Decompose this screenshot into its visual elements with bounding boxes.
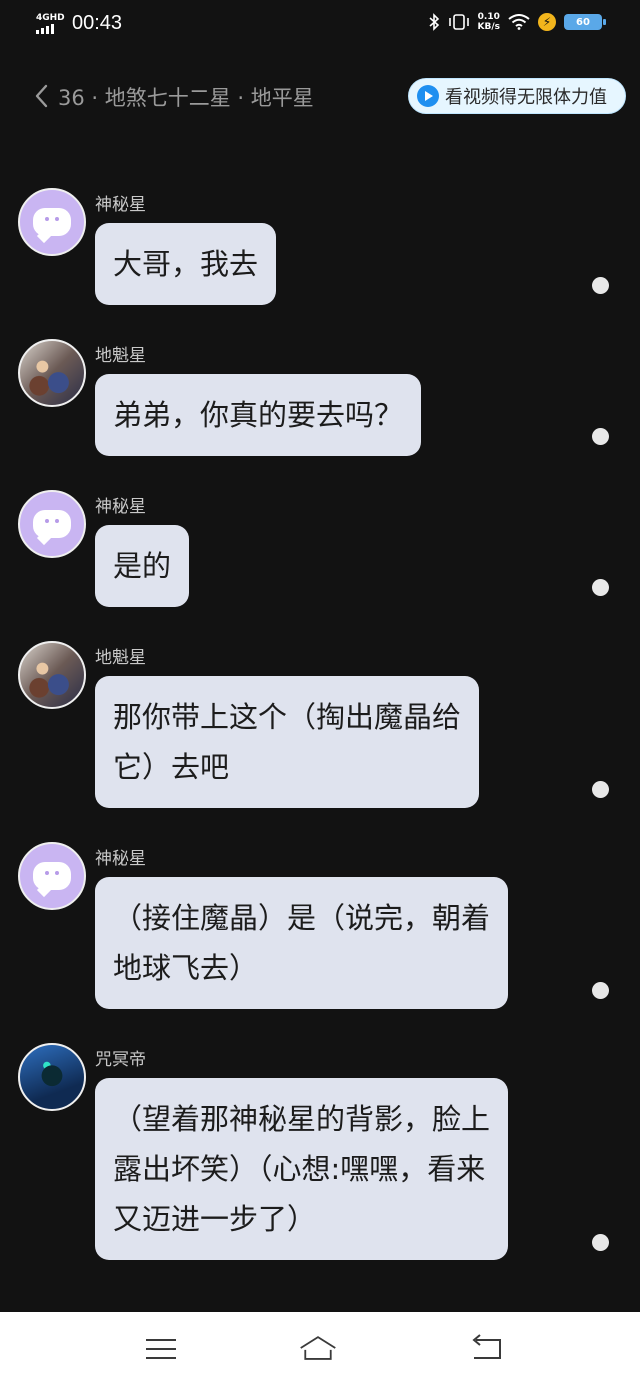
message-text: 又迈进一步了） [113,1202,317,1236]
username: 地魁星 [95,346,146,366]
username: 咒冥帝 [95,1050,146,1070]
message-text: （接住魔晶）是（说完，朝着 [113,901,491,935]
purple-chat-avatar[interactable] [18,842,86,910]
message-text: 地球飞去） [113,951,259,985]
chat-bubble-icon [33,510,71,538]
message-bubble[interactable]: （望着那神秘星的背影，脸上 露出坏笑）（心想:嘿嘿，看来 又迈进一步了） [95,1078,509,1260]
message-bubble[interactable]: 那你带上这个（掏出魔晶给 它）去吧 [95,676,480,808]
message-text: 是的 [113,549,172,583]
menu-icon[interactable] [141,1330,181,1366]
network-indicator: 4GHD [36,12,66,34]
username: 地魁星 [95,648,146,668]
battery-level: 60 [576,16,590,28]
chat-bubble-icon [33,208,71,236]
back-chevron-icon[interactable] [30,80,54,112]
message-text: 露出坏笑）（心想:嘿嘿，看来 [113,1152,486,1186]
message-status-dot[interactable] [592,1234,609,1251]
message-text: 大哥，我去 [113,247,259,281]
hooded-figure-avatar[interactable] [18,1043,86,1111]
speed-unit: KB/s [477,22,500,32]
username: 神秘星 [95,195,146,215]
battery-icon: 60 [564,14,606,30]
chat-bubble-icon [33,862,71,890]
speed-value: 0.10 [477,12,500,22]
character-photo-avatar[interactable] [18,339,86,407]
purple-chat-avatar[interactable] [18,188,86,256]
network-label: 4GHD [36,12,65,23]
message-bubble[interactable]: 弟弟，你真的要去吗？ [95,374,422,456]
network-speed: 0.10 KB/s [478,12,500,32]
username: 神秘星 [95,497,146,517]
message-status-dot[interactable] [592,277,609,294]
message-status-dot[interactable] [592,781,609,798]
character-photo-avatar[interactable] [18,641,86,709]
purple-chat-avatar[interactable] [18,490,86,558]
message-text: 弟弟，你真的要去吗？ [113,398,404,432]
home-icon[interactable] [298,1330,338,1366]
clock: 00:43 [72,12,123,34]
signal-icon [36,23,54,34]
bluetooth-icon [428,13,439,31]
chapter-title: 36 · 地煞七十二星 · 地平星 [58,86,314,110]
back-icon[interactable] [466,1330,506,1366]
wifi-icon [508,14,530,30]
username: 神秘星 [95,849,146,869]
message-status-dot[interactable] [592,428,609,445]
message-status-dot[interactable] [592,982,609,999]
message-text: 它）去吧 [113,750,230,784]
status-left: 4GHD 00:43 [36,12,122,35]
watch-video-promo-button[interactable]: 看视频得无限体力值 [408,78,626,114]
message-text: 那你带上这个（掏出魔晶给 [113,700,462,734]
charging-icon: ⚡ [538,13,556,31]
system-nav-bar [0,1312,640,1387]
vibrate-icon [448,14,469,30]
chat-header: 36 · 地煞七十二星 · 地平星 看视频得无限体力值 [0,70,640,122]
message-bubble[interactable]: 是的 [95,525,190,607]
promo-label: 看视频得无限体力值 [445,87,607,108]
message-status-dot[interactable] [592,579,609,596]
message-text: （望着那神秘星的背影，脸上 [113,1102,491,1136]
play-icon [417,85,439,107]
message-bubble[interactable]: （接住魔晶）是（说完，朝着 地球飞去） [95,877,509,1009]
status-bar: 4GHD 00:43 0.10 KB/s ⚡ 60 [0,0,640,50]
status-right: 0.10 KB/s ⚡ 60 [428,12,606,32]
message-bubble[interactable]: 大哥，我去 [95,223,277,305]
